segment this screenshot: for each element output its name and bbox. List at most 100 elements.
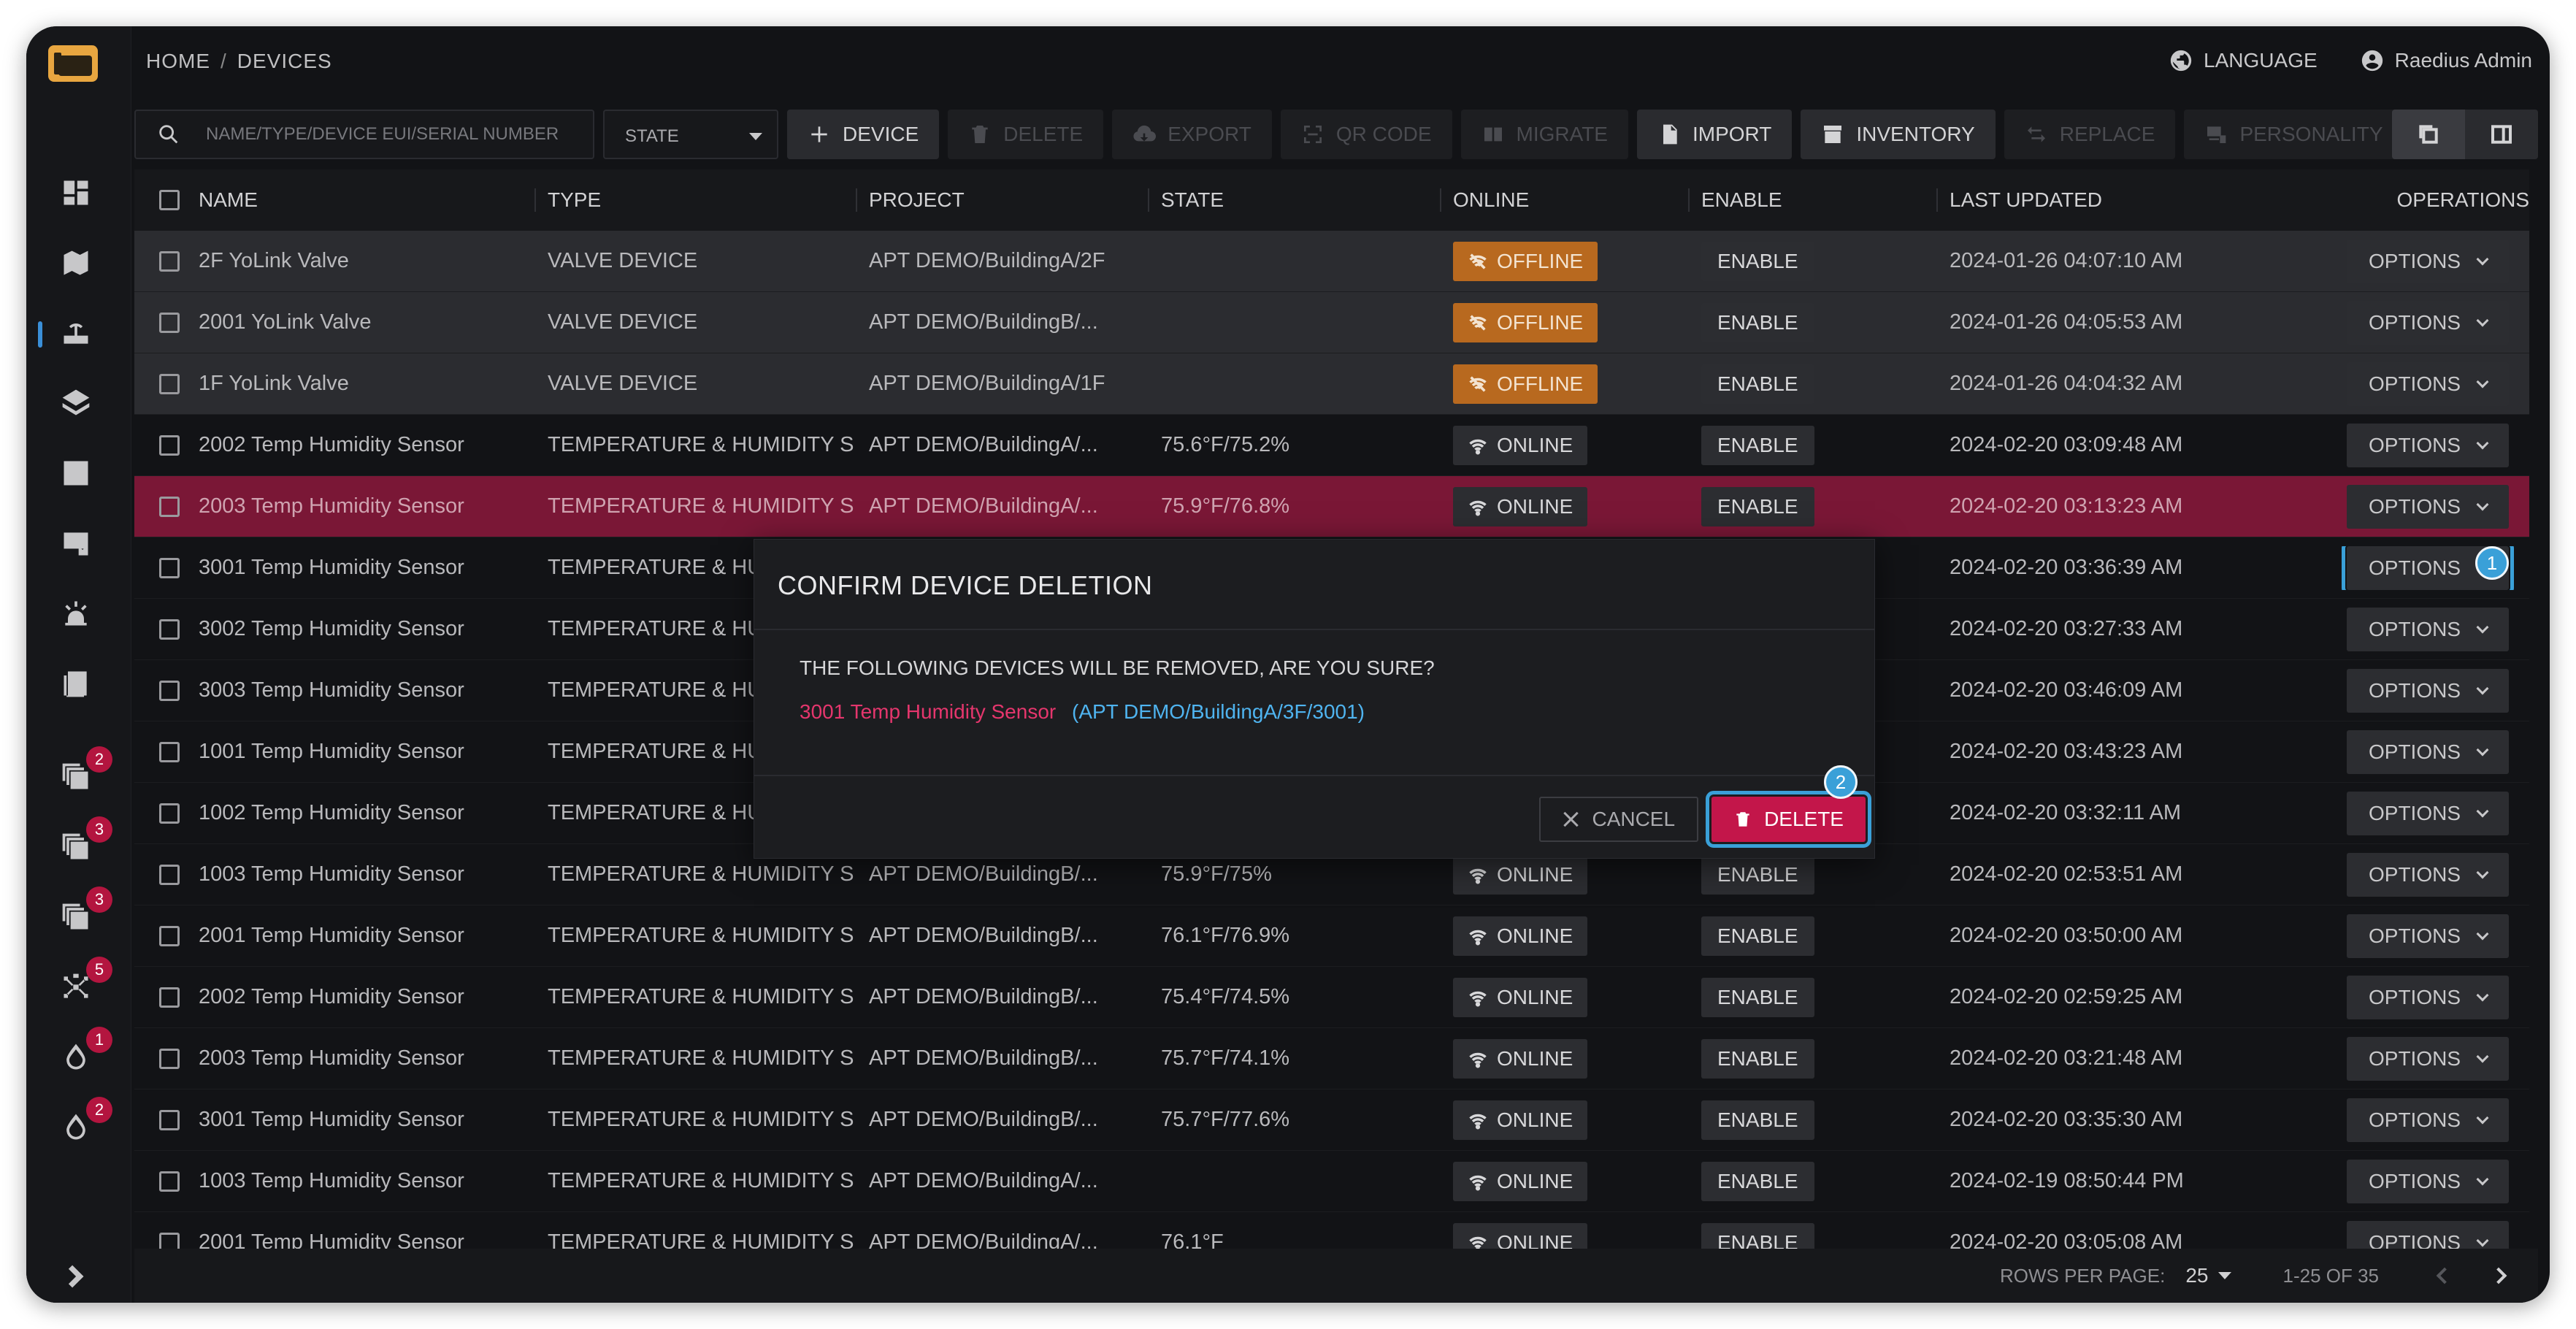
language-button[interactable]: LANGUAGE bbox=[2169, 48, 2318, 73]
col-online[interactable]: ONLINE bbox=[1441, 188, 1690, 212]
breadcrumb-home[interactable]: HOME bbox=[146, 50, 210, 72]
col-type[interactable]: TYPE bbox=[536, 188, 857, 212]
add-device-button[interactable]: DEVICE bbox=[787, 110, 940, 159]
sidebar-reports-icon[interactable] bbox=[53, 450, 99, 497]
sidebar-layers-icon[interactable] bbox=[53, 380, 99, 426]
col-enable[interactable]: ENABLE bbox=[1690, 188, 1938, 212]
options-button[interactable]: OPTIONS bbox=[2347, 1098, 2510, 1142]
sidebar-water-1-icon[interactable]: 1 bbox=[53, 1027, 112, 1081]
cancel-button[interactable]: CANCEL bbox=[1539, 797, 1699, 842]
caret-down-icon[interactable] bbox=[2218, 1272, 2232, 1279]
table-row[interactable]: 2001 YoLink Valve VALVE DEVICE APT DEMO/Bu… bbox=[134, 292, 2529, 353]
row-checkbox[interactable] bbox=[159, 741, 180, 762]
options-button[interactable]: OPTIONS bbox=[2347, 668, 2510, 713]
row-checkbox[interactable] bbox=[159, 618, 180, 640]
row-checkbox[interactable] bbox=[159, 925, 180, 946]
row-checkbox[interactable] bbox=[159, 557, 180, 578]
sidebar-group-2-icon[interactable]: 3 bbox=[53, 816, 112, 870]
search-box[interactable] bbox=[134, 110, 594, 159]
options-button[interactable]: OPTIONS bbox=[2347, 975, 2510, 1019]
sidebar-devices-icon[interactable] bbox=[38, 310, 99, 356]
sidebar-dashboard-icon[interactable] bbox=[53, 169, 99, 216]
enable-button[interactable]: ENABLE bbox=[1701, 302, 1814, 342]
enable-button[interactable]: ENABLE bbox=[1701, 364, 1814, 404]
table-row[interactable]: 2F YoLink Valve VALVE DEVICE APT DEMO/Buil… bbox=[134, 231, 2529, 292]
sidebar-map-icon[interactable] bbox=[53, 240, 99, 286]
sidebar-group-1-icon[interactable]: 2 bbox=[53, 746, 112, 800]
device-name[interactable]: 1001 Temp Humidity Sensor bbox=[199, 740, 536, 764]
enable-button[interactable]: ENABLE bbox=[1701, 1161, 1814, 1201]
enable-button[interactable]: ENABLE bbox=[1701, 916, 1814, 956]
sidebar-rules-icon[interactable] bbox=[53, 520, 99, 567]
col-name[interactable]: NAME bbox=[199, 188, 536, 212]
select-all-checkbox[interactable] bbox=[159, 190, 180, 210]
options-button[interactable]: OPTIONS bbox=[2347, 607, 2510, 651]
device-name[interactable]: 3002 Temp Humidity Sensor bbox=[199, 617, 536, 641]
row-checkbox[interactable] bbox=[159, 496, 180, 517]
import-button[interactable]: IMPORT bbox=[1636, 110, 1793, 159]
row-checkbox[interactable] bbox=[159, 312, 180, 333]
enable-button[interactable]: ENABLE bbox=[1701, 977, 1814, 1017]
panel-view-button[interactable] bbox=[2465, 110, 2538, 159]
device-name[interactable]: 2002 Temp Humidity Sensor bbox=[199, 985, 536, 1009]
device-name[interactable]: 1002 Temp Humidity Sensor bbox=[199, 801, 536, 825]
row-checkbox[interactable] bbox=[159, 1171, 180, 1192]
options-button[interactable]: OPTIONS bbox=[2347, 484, 2510, 529]
sidebar-alarm-icon[interactable] bbox=[53, 590, 99, 637]
device-name[interactable]: 1003 Temp Humidity Sensor bbox=[199, 862, 536, 886]
options-button[interactable]: OPTIONS bbox=[2347, 239, 2510, 283]
app-logo[interactable] bbox=[48, 45, 98, 82]
table-view-button[interactable] bbox=[2392, 110, 2465, 159]
device-name[interactable]: 3001 Temp Humidity Sensor bbox=[199, 556, 536, 580]
sidebar-group-3-icon[interactable]: 3 bbox=[53, 886, 112, 941]
table-row[interactable]: 2003 Temp Humidity Sensor TEMPERATURE & H… bbox=[134, 476, 2529, 537]
personality-button[interactable]: PERSONALITY bbox=[2184, 110, 2404, 159]
search-input[interactable] bbox=[206, 124, 571, 145]
row-checkbox[interactable] bbox=[159, 680, 180, 701]
state-select[interactable]: STATE bbox=[603, 110, 778, 159]
table-row[interactable]: 2002 Temp Humidity Sensor TEMPERATURE & H… bbox=[134, 967, 2529, 1028]
row-checkbox[interactable] bbox=[159, 250, 180, 272]
table-row[interactable]: 1F YoLink Valve VALVE DEVICE APT DEMO/Buil… bbox=[134, 353, 2529, 415]
confirm-delete-button[interactable]: DELETE bbox=[1706, 791, 1871, 848]
row-checkbox[interactable] bbox=[159, 803, 180, 824]
options-button[interactable]: OPTIONS bbox=[2347, 1036, 2510, 1081]
export-button[interactable]: EXPORT bbox=[1112, 110, 1272, 159]
enable-button[interactable]: ENABLE bbox=[1701, 1038, 1814, 1079]
sidebar-water-2-icon[interactable]: 2 bbox=[53, 1097, 112, 1151]
table-row[interactable]: 2001 Temp Humidity Sensor TEMPERATURE & H… bbox=[134, 905, 2529, 967]
options-button[interactable]: OPTIONS bbox=[2347, 423, 2510, 467]
migrate-button[interactable]: MIGRATE bbox=[1460, 110, 1628, 159]
qr-code-button[interactable]: QR CODE bbox=[1280, 110, 1452, 159]
options-button[interactable]: OPTIONS bbox=[2347, 729, 2510, 774]
options-button[interactable]: OPTIONS bbox=[2347, 300, 2510, 345]
table-row[interactable]: 1003 Temp Humidity Sensor TEMPERATURE & H… bbox=[134, 1151, 2529, 1212]
row-checkbox[interactable] bbox=[159, 987, 180, 1008]
device-name[interactable]: 1003 Temp Humidity Sensor bbox=[199, 1169, 536, 1193]
enable-button[interactable]: ENABLE bbox=[1701, 854, 1814, 895]
device-name[interactable]: 3001 Temp Humidity Sensor bbox=[199, 1108, 536, 1132]
table-row[interactable]: 3001 Temp Humidity Sensor TEMPERATURE & H… bbox=[134, 1089, 2529, 1151]
next-page-button[interactable] bbox=[2484, 1261, 2513, 1290]
table-row[interactable]: 2003 Temp Humidity Sensor TEMPERATURE & H… bbox=[134, 1028, 2529, 1089]
options-button[interactable]: OPTIONS bbox=[2347, 1159, 2510, 1203]
sidebar-documents-icon[interactable] bbox=[53, 660, 99, 707]
device-name[interactable]: 2001 YoLink Valve bbox=[199, 310, 536, 334]
sidebar-network-icon[interactable]: 5 bbox=[53, 957, 112, 1011]
device-name[interactable]: 2F YoLink Valve bbox=[199, 249, 536, 273]
col-project[interactable]: PROJECT bbox=[857, 188, 1149, 212]
device-name[interactable]: 2001 Temp Humidity Sensor bbox=[199, 924, 536, 948]
device-name[interactable]: 1F YoLink Valve bbox=[199, 372, 536, 396]
replace-button[interactable]: REPLACE bbox=[2004, 110, 2176, 159]
enable-button[interactable]: ENABLE bbox=[1701, 425, 1814, 465]
expand-sidebar-icon[interactable] bbox=[58, 1260, 91, 1292]
col-state[interactable]: STATE bbox=[1149, 188, 1441, 212]
enable-button[interactable]: ENABLE bbox=[1701, 241, 1814, 281]
device-name[interactable]: 2003 Temp Humidity Sensor bbox=[199, 1046, 536, 1071]
inventory-button[interactable]: INVENTORY bbox=[1801, 110, 1996, 159]
options-button[interactable]: OPTIONS bbox=[2347, 852, 2510, 897]
device-name[interactable]: 3003 Temp Humidity Sensor bbox=[199, 678, 536, 702]
prev-page-button[interactable] bbox=[2430, 1261, 2459, 1290]
options-button[interactable]: OPTIONS bbox=[2347, 791, 2510, 835]
col-last-updated[interactable]: LAST UPDATED bbox=[1938, 188, 2296, 212]
